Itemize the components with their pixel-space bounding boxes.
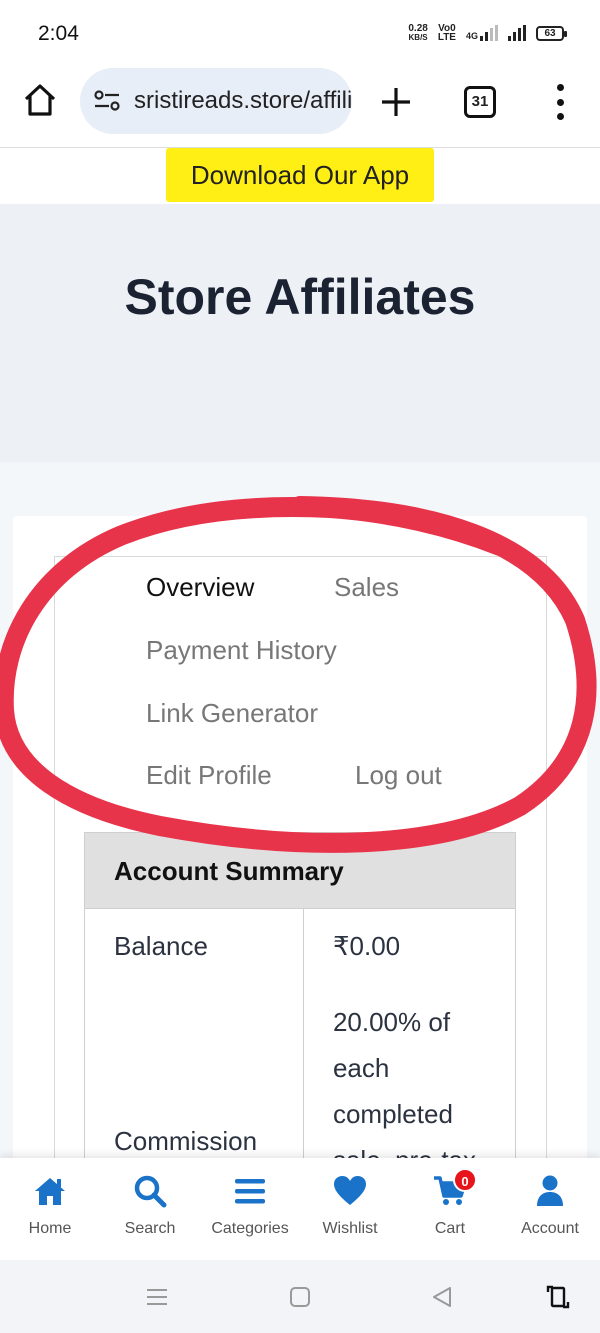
nav-home[interactable]: Home [0,1174,100,1238]
home-icon [35,1178,65,1205]
nav-cart-label: Cart [434,1220,466,1237]
home-square-icon[interactable] [287,1284,313,1310]
nav-search[interactable]: Search [100,1174,200,1238]
nav-categories-label: Categories [211,1220,289,1237]
balance-value: ₹0.00 [332,931,401,961]
status-bar: 2:04 0.28 KB/S Vo0 LTE 4G 63 [0,0,600,62]
site-settings-icon[interactable] [94,90,120,112]
account-summary-heading: Account Summary [85,833,515,909]
page-header: Store Affiliates [0,204,600,462]
back-icon[interactable] [429,1284,455,1310]
nav-account[interactable]: Account [500,1174,600,1238]
nav-account-label: Account [521,1220,579,1237]
nav-wishlist-label: Wishlist [322,1220,378,1237]
new-tab-icon[interactable] [378,84,414,120]
tab-overview[interactable]: Overview [146,572,254,603]
download-banner: Download Our App [0,148,600,204]
rotate-screen-icon[interactable] [545,1284,571,1310]
recent-apps-icon[interactable] [144,1284,170,1310]
volte-icon: Vo0 LTE [437,23,456,43]
search-icon [134,1175,167,1208]
balance-label: Balance [85,909,304,999]
status-icons: 0.28 KB/S Vo0 LTE 4G 63 [408,23,567,43]
network-speed: 0.28 KB/S [408,23,428,43]
url-text[interactable]: sristireads.store/affiliates [134,87,352,115]
nav-home-label: Home [28,1220,72,1237]
nav-categories[interactable]: Categories [200,1174,300,1238]
nav-wishlist[interactable]: Wishlist [300,1174,400,1238]
heart-icon [334,1176,366,1205]
page-title: Store Affiliates [124,269,476,325]
address-bar[interactable]: sristireads.store/affiliates [80,68,352,134]
browser-toolbar: sristireads.store/affiliates 31 [0,62,600,148]
nav-cart[interactable]: 0 Cart [400,1168,500,1238]
tab-log-out[interactable]: Log out [355,760,442,791]
signal-bars-icon [508,25,526,41]
signal-4g-icon: 4G [466,25,498,41]
menu-icon [235,1179,265,1204]
tab-link-generator[interactable]: Link Generator [146,698,318,729]
tab-payment-history[interactable]: Payment History [146,635,337,666]
more-options-icon[interactable] [550,84,570,120]
status-time: 2:04 [38,22,79,45]
home-icon[interactable] [22,82,58,118]
table-row: Balance ₹0.00 [85,909,515,999]
system-navigation [0,1260,600,1333]
bottom-navigation: Home Search Categories Wishlist 0 Cart A… [0,1158,600,1260]
tab-edit-profile[interactable]: Edit Profile [146,760,272,791]
cart-count-badge: 0 [453,1168,477,1192]
user-icon [537,1175,563,1206]
nav-search-label: Search [124,1220,176,1237]
tab-switcher-button[interactable]: 31 [464,86,496,118]
tab-sales[interactable]: Sales [334,572,399,603]
download-app-button[interactable]: Download Our App [166,148,434,202]
battery-icon: 63 [536,25,567,41]
